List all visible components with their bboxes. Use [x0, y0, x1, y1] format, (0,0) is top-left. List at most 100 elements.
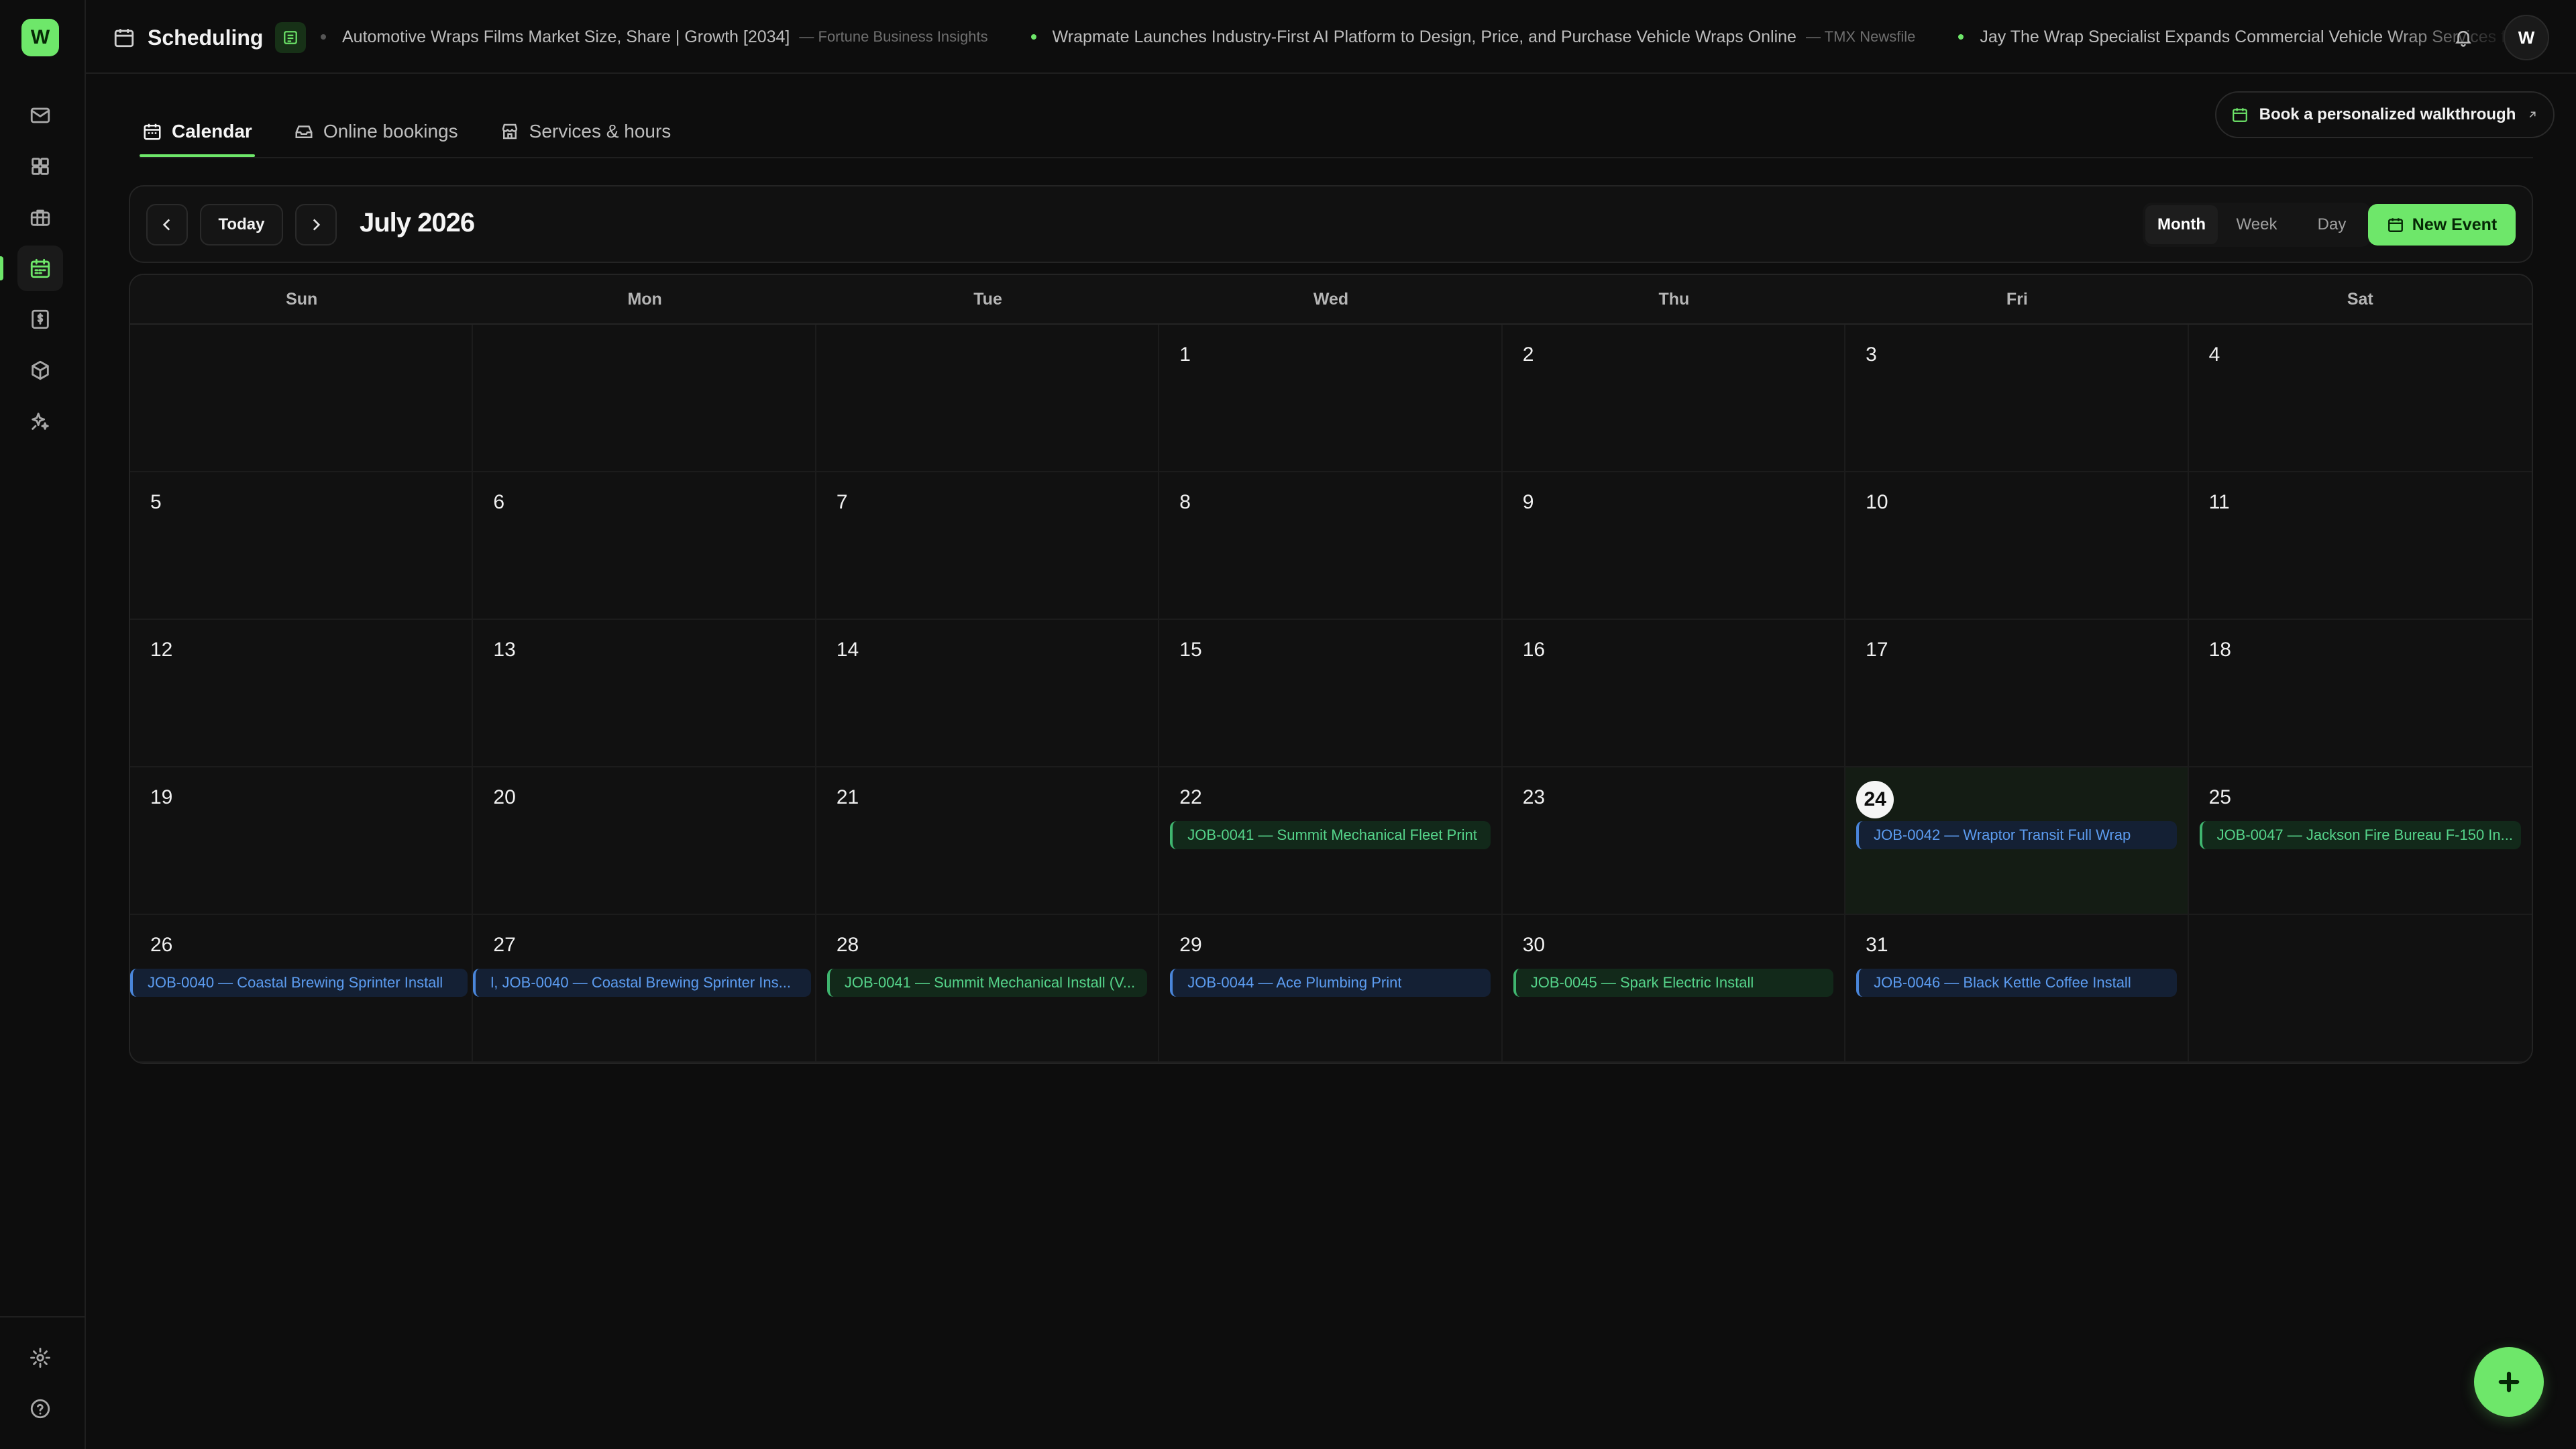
day-cell[interactable]: 15 [1159, 620, 1503, 767]
view-day[interactable]: Day [2296, 205, 2368, 244]
day-cell[interactable]: 17 [1845, 620, 2189, 767]
day-cell[interactable]: 25 JOB-0047 — Jackson Fire Bureau F-150 I… [2188, 767, 2532, 915]
tab-calendar[interactable]: Calendar [140, 107, 255, 157]
day-number: 6 [493, 491, 505, 513]
app-logo[interactable]: W [21, 19, 59, 56]
day-cell[interactable]: 29 JOB-0044 — Ace Plumbing Print [1159, 915, 1503, 1063]
day-cell[interactable]: 6 [473, 472, 816, 620]
day-cell[interactable]: 9 [1502, 472, 1846, 620]
view-month[interactable]: Month [2145, 205, 2218, 244]
weekday-label: Tue [973, 289, 1002, 309]
walkthrough-label: Book a personalized walkthrough [2259, 105, 2516, 123]
weekday-label: Wed [1313, 289, 1349, 309]
event-title: l, JOB-0040 — Coastal Brewing Sprinter I… [490, 974, 791, 991]
day-number: 22 [1179, 786, 1202, 808]
day-cell[interactable]: 31 JOB-0046 — Black Kettle Coffee Install [1845, 915, 2189, 1063]
day-cell[interactable]: 24 JOB-0042 — Wraptor Transit Full Wrap [1845, 767, 2189, 915]
calendar-toolbar: Today July 2026 Month Week Day New Event [129, 185, 2533, 263]
day-cell[interactable]: 21 [816, 767, 1160, 915]
sidebar-item-inventory[interactable] [17, 347, 63, 393]
calendar-event[interactable]: JOB-0041 — Summit Mechanical Fleet Print [1170, 821, 1491, 849]
day-cell[interactable]: 10 [1845, 472, 2189, 620]
quick-add-button[interactable] [2474, 1347, 2544, 1417]
calendar-event[interactable]: JOB-0046 — Black Kettle Coffee Install [1856, 969, 2177, 997]
next-month-button[interactable] [295, 204, 337, 246]
day-cell[interactable]: 23 [1502, 767, 1846, 915]
mail-icon [30, 107, 50, 123]
day-cell[interactable]: 18 [2188, 620, 2532, 767]
day-cell[interactable]: 11 [2188, 472, 2532, 620]
day-number: 26 [150, 934, 173, 956]
day-cell[interactable]: 26 JOB-0040 — Coastal Brewing Sprinter In… [130, 915, 474, 1063]
news-item[interactable]: Wrapmate Launches Industry-First AI Plat… [1030, 28, 1916, 47]
day-cell[interactable]: 27 l, JOB-0040 — Coastal Brewing Sprinter… [473, 915, 816, 1063]
calendar-event[interactable]: JOB-0042 — Wraptor Transit Full Wrap [1856, 821, 2177, 849]
sidebar-item-help[interactable] [17, 1386, 63, 1432]
calendar-event[interactable]: JOB-0040 — Coastal Brewing Sprinter Inst… [130, 969, 468, 997]
day-cell[interactable]: 4 [2188, 325, 2532, 472]
top-header: Scheduling Automotive Wraps Films Market… [86, 0, 2576, 74]
day-cell[interactable]: 7 [816, 472, 1160, 620]
weekday-label: Sun [286, 289, 318, 309]
sidebar-item-scheduling[interactable] [17, 246, 63, 291]
sidebar-item-invoices[interactable] [17, 297, 63, 342]
day-number: 18 [2208, 639, 2231, 661]
scheduling-badge[interactable] [275, 22, 307, 53]
day-cell[interactable]: 13 [473, 620, 816, 767]
day-cell[interactable]: 12 [130, 620, 474, 767]
day-number: 7 [836, 491, 848, 513]
day-cell[interactable]: 8 [1159, 472, 1503, 620]
day-cell[interactable]: 14 [816, 620, 1160, 767]
news-source: — Fortune Business Insights [799, 28, 988, 45]
day-cell[interactable]: 16 [1502, 620, 1846, 767]
grid-icon [32, 158, 49, 175]
day-number: 8 [1179, 491, 1191, 513]
day-cell[interactable]: 2 [1502, 325, 1846, 472]
day-cell[interactable]: 1 [1159, 325, 1503, 472]
new-event-button[interactable]: New Event [2368, 204, 2516, 246]
day-cell[interactable]: 28 JOB-0041 — Summit Mechanical Install (… [816, 915, 1160, 1063]
book-walkthrough-button[interactable]: Book a personalized walkthrough [2215, 91, 2555, 138]
day-number: 1 [1179, 343, 1191, 366]
empty-day-cell [130, 325, 474, 472]
sidebar-item-dashboard[interactable] [17, 144, 63, 189]
calendar-icon [144, 123, 161, 140]
today-button[interactable]: Today [200, 204, 283, 246]
sidebar-item-ai-tools[interactable] [17, 398, 63, 444]
day-cell[interactable]: 19 [130, 767, 474, 915]
day-cell[interactable]: 5 [130, 472, 474, 620]
calendar-event[interactable]: JOB-0041 — Summit Mechanical Install (V.… [826, 969, 1148, 997]
view-week[interactable]: Week [2220, 205, 2293, 244]
calendar-event[interactable]: JOB-0045 — Spark Electric Install [1513, 969, 1834, 997]
calendar-event[interactable]: JOB-0047 — Jackson Fire Bureau F-150 In.… [2199, 821, 2521, 849]
chevron-left-icon [162, 219, 170, 231]
prev-month-button[interactable] [146, 204, 188, 246]
event-title: JOB-0047 — Jackson Fire Bureau F-150 In.… [2216, 826, 2513, 843]
day-number: 9 [1522, 491, 1534, 513]
day-number: 15 [1179, 639, 1202, 661]
news-source: — TMX Newsfile [1805, 28, 1916, 45]
tab-online-bookings[interactable]: Online bookings [291, 107, 461, 156]
calendar-plus-icon [2387, 218, 2403, 232]
event-title: JOB-0041 — Summit Mechanical Install (V.… [844, 974, 1136, 991]
calendar-event[interactable]: JOB-0044 — Ace Plumbing Print [1170, 969, 1491, 997]
day-cell[interactable]: 22 JOB-0041 — Summit Mechanical Fleet Pri… [1159, 767, 1503, 915]
empty-day-cell [473, 325, 816, 472]
sidebar-item-settings[interactable] [17, 1335, 63, 1381]
day-cell[interactable]: 20 [473, 767, 816, 915]
empty-day-cell [2188, 915, 2532, 1063]
day-cell[interactable]: 30 JOB-0045 — Spark Electric Install [1502, 915, 1846, 1063]
day-number: 4 [2208, 343, 2220, 366]
news-ticker: Automotive Wraps Films Market Size, Shar… [321, 20, 2508, 54]
user-avatar[interactable]: W [2504, 15, 2549, 60]
day-number: 30 [1522, 934, 1546, 956]
sidebar-item-inbox[interactable] [17, 93, 63, 138]
event-title: JOB-0042 — Wraptor Transit Full Wrap [1874, 826, 2131, 843]
calendar-event[interactable]: l, JOB-0040 — Coastal Brewing Sprinter I… [473, 969, 811, 997]
day-cell[interactable]: 3 [1845, 325, 2189, 472]
notifications-button[interactable] [2449, 23, 2478, 52]
news-item[interactable]: Automotive Wraps Films Market Size, Shar… [321, 28, 988, 47]
tab-services-hours[interactable]: Services & hours [497, 107, 674, 156]
event-title: JOB-0040 — Coastal Brewing Sprinter Inst… [148, 974, 443, 991]
sidebar-item-jobs[interactable] [17, 195, 63, 240]
